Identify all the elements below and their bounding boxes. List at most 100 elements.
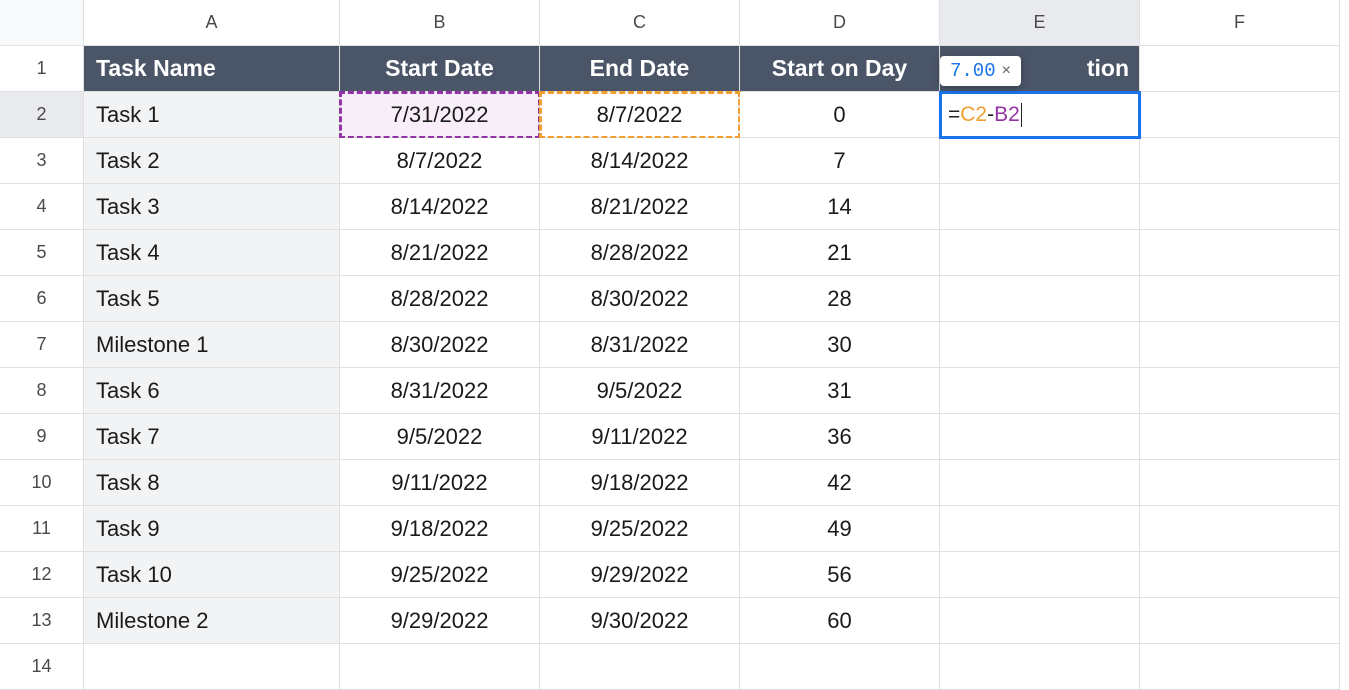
cell-F5[interactable] [1140,230,1340,276]
cell-A3[interactable]: Task 2 [84,138,340,184]
cell-D8[interactable]: 31 [740,368,940,414]
cell-F1[interactable] [1140,46,1340,92]
cell-A8[interactable]: Task 6 [84,368,340,414]
cell-B9[interactable]: 9/5/2022 [340,414,540,460]
cell-D6[interactable]: 28 [740,276,940,322]
cell-E10[interactable] [940,460,1140,506]
cell-C8[interactable]: 9/5/2022 [540,368,740,414]
row-header-13[interactable]: 13 [0,598,84,644]
cell-E4[interactable] [940,184,1140,230]
cell-D5[interactable]: 21 [740,230,940,276]
row-header-8[interactable]: 8 [0,368,84,414]
cell-F8[interactable] [1140,368,1340,414]
cell-B1[interactable]: Start Date [340,46,540,92]
cell-A10[interactable]: Task 8 [84,460,340,506]
cell-E3[interactable] [940,138,1140,184]
row-header-7[interactable]: 7 [0,322,84,368]
cell-F4[interactable] [1140,184,1340,230]
cell-C5[interactable]: 8/28/2022 [540,230,740,276]
row-header-3[interactable]: 3 [0,138,84,184]
row-header-4[interactable]: 4 [0,184,84,230]
spreadsheet-grid[interactable]: A B C D E F 1 Task Name Start Date End D… [0,0,1349,690]
col-header-A[interactable]: A [84,0,340,46]
cell-B13[interactable]: 9/29/2022 [340,598,540,644]
tooltip-close-icon[interactable]: × [1002,62,1011,80]
cell-F10[interactable] [1140,460,1340,506]
col-header-E[interactable]: E [940,0,1140,46]
cell-F3[interactable] [1140,138,1340,184]
row-header-10[interactable]: 10 [0,460,84,506]
cell-C6[interactable]: 8/30/2022 [540,276,740,322]
cell-B8[interactable]: 8/31/2022 [340,368,540,414]
cell-E14[interactable] [940,644,1140,690]
cell-E13[interactable] [940,598,1140,644]
cell-B7[interactable]: 8/30/2022 [340,322,540,368]
cell-A6[interactable]: Task 5 [84,276,340,322]
cell-B6[interactable]: 8/28/2022 [340,276,540,322]
row-header-12[interactable]: 12 [0,552,84,598]
cell-A13[interactable]: Milestone 2 [84,598,340,644]
row-header-14[interactable]: 14 [0,644,84,690]
cell-D10[interactable]: 42 [740,460,940,506]
col-header-C[interactable]: C [540,0,740,46]
select-all-corner[interactable] [0,0,84,46]
cell-A5[interactable]: Task 4 [84,230,340,276]
cell-C1[interactable]: End Date [540,46,740,92]
row-header-11[interactable]: 11 [0,506,84,552]
cell-E9[interactable] [940,414,1140,460]
cell-A12[interactable]: Task 10 [84,552,340,598]
cell-F6[interactable] [1140,276,1340,322]
row-header-9[interactable]: 9 [0,414,84,460]
cell-C2[interactable]: 8/7/2022 [540,92,740,138]
cell-D9[interactable]: 36 [740,414,940,460]
row-header-5[interactable]: 5 [0,230,84,276]
cell-E5[interactable] [940,230,1140,276]
cell-D1[interactable]: Start on Day [740,46,940,92]
cell-E11[interactable] [940,506,1140,552]
cell-D13[interactable]: 60 [740,598,940,644]
cell-C12[interactable]: 9/29/2022 [540,552,740,598]
cell-C9[interactable]: 9/11/2022 [540,414,740,460]
cell-C14[interactable] [540,644,740,690]
cell-A4[interactable]: Task 3 [84,184,340,230]
cell-B10[interactable]: 9/11/2022 [340,460,540,506]
cell-D4[interactable]: 14 [740,184,940,230]
cell-B11[interactable]: 9/18/2022 [340,506,540,552]
cell-E8[interactable] [940,368,1140,414]
cell-F14[interactable] [1140,644,1340,690]
cell-A1[interactable]: Task Name [84,46,340,92]
cell-C4[interactable]: 8/21/2022 [540,184,740,230]
cell-C10[interactable]: 9/18/2022 [540,460,740,506]
formula-text[interactable]: =C2-B2 [948,103,1022,127]
cell-B5[interactable]: 8/21/2022 [340,230,540,276]
cell-C11[interactable]: 9/25/2022 [540,506,740,552]
cell-A7[interactable]: Milestone 1 [84,322,340,368]
cell-B4[interactable]: 8/14/2022 [340,184,540,230]
cell-A14[interactable] [84,644,340,690]
cell-A11[interactable]: Task 9 [84,506,340,552]
cell-D14[interactable] [740,644,940,690]
cell-E7[interactable] [940,322,1140,368]
cell-C7[interactable]: 8/31/2022 [540,322,740,368]
cell-D12[interactable]: 56 [740,552,940,598]
row-header-6[interactable]: 6 [0,276,84,322]
cell-D2[interactable]: 0 [740,92,940,138]
cell-B12[interactable]: 9/25/2022 [340,552,540,598]
row-header-1[interactable]: 1 [0,46,84,92]
cell-F11[interactable] [1140,506,1340,552]
cell-D3[interactable]: 7 [740,138,940,184]
col-header-F[interactable]: F [1140,0,1340,46]
cell-C13[interactable]: 9/30/2022 [540,598,740,644]
cell-F12[interactable] [1140,552,1340,598]
cell-F2[interactable] [1140,92,1340,138]
cell-E2[interactable]: 7.00 × =C2-B2 [940,92,1140,138]
cell-A2[interactable]: Task 1 [84,92,340,138]
cell-F13[interactable] [1140,598,1340,644]
cell-F7[interactable] [1140,322,1340,368]
cell-D11[interactable]: 49 [740,506,940,552]
cell-A9[interactable]: Task 7 [84,414,340,460]
cell-B3[interactable]: 8/7/2022 [340,138,540,184]
cell-E6[interactable] [940,276,1140,322]
cell-C3[interactable]: 8/14/2022 [540,138,740,184]
cell-D7[interactable]: 30 [740,322,940,368]
